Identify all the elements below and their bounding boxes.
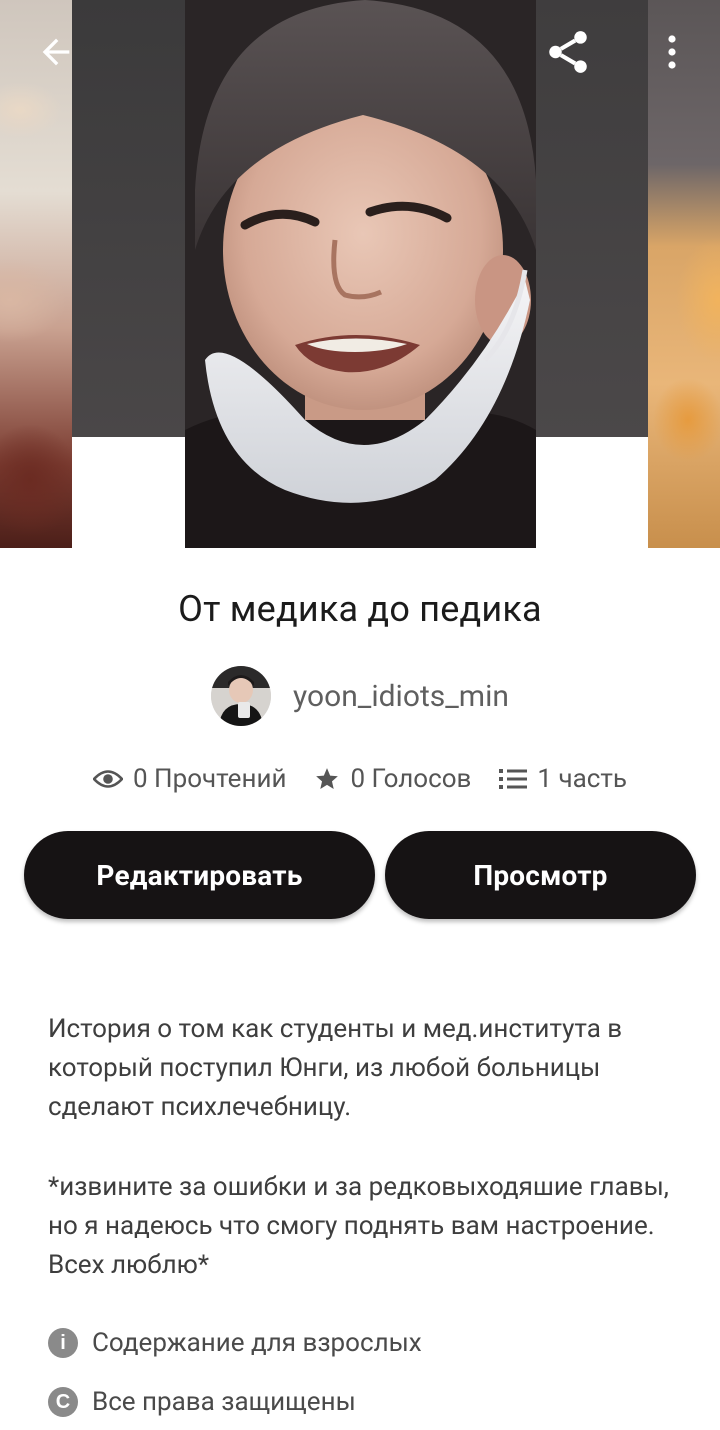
story-description: История о том как студенты и мед.институ… [48,1010,688,1285]
cover-backdrop-left [72,0,185,437]
eye-icon [93,770,123,788]
copyright-label: Все права защищены [92,1387,356,1417]
parts-count[interactable]: 1 часть [537,764,627,794]
previous-cover-image[interactable] [0,0,72,548]
list-icon [499,769,528,789]
copyright-row: C Все права защищены [48,1387,356,1417]
share-icon[interactable] [540,24,596,80]
star-icon [316,768,339,789]
parts-stat[interactable]: 1 часть [499,764,627,794]
story-cover-image[interactable] [185,0,536,548]
more-vertical-icon[interactable] [652,26,692,78]
edit-button[interactable]: Редактировать [24,831,375,919]
copyright-icon: C [48,1387,78,1417]
votes-stat: 0 Голосов [314,764,471,794]
cover-carousel[interactable] [0,0,720,548]
author-name[interactable]: yoon_idiots_min [293,679,509,714]
author-row[interactable]: yoon_idiots_min [0,666,720,726]
reads-stat: 0 Прочтений [93,764,286,794]
votes-count: 0 Голосов [350,764,472,794]
view-button[interactable]: Просмотр [385,831,696,919]
mature-content-row: i Содержание для взрослых [48,1328,422,1358]
arrow-left-icon[interactable] [30,26,82,78]
next-cover-image[interactable] [648,0,720,548]
story-stats: 0 Прочтений 0 Голосов 1 часть [0,764,720,794]
description-paragraph: *извините за ошибки и за редковыходяшие … [48,1172,669,1280]
story-title: От медика до педика [178,588,542,630]
mature-content-label: Содержание для взрослых [92,1328,422,1358]
reads-count: 0 Прочтений [133,764,287,794]
cover-photo [185,0,536,548]
description-paragraph: История о том как студенты и мед.институ… [48,1014,623,1122]
info-icon: i [48,1328,78,1358]
avatar[interactable] [211,666,272,726]
